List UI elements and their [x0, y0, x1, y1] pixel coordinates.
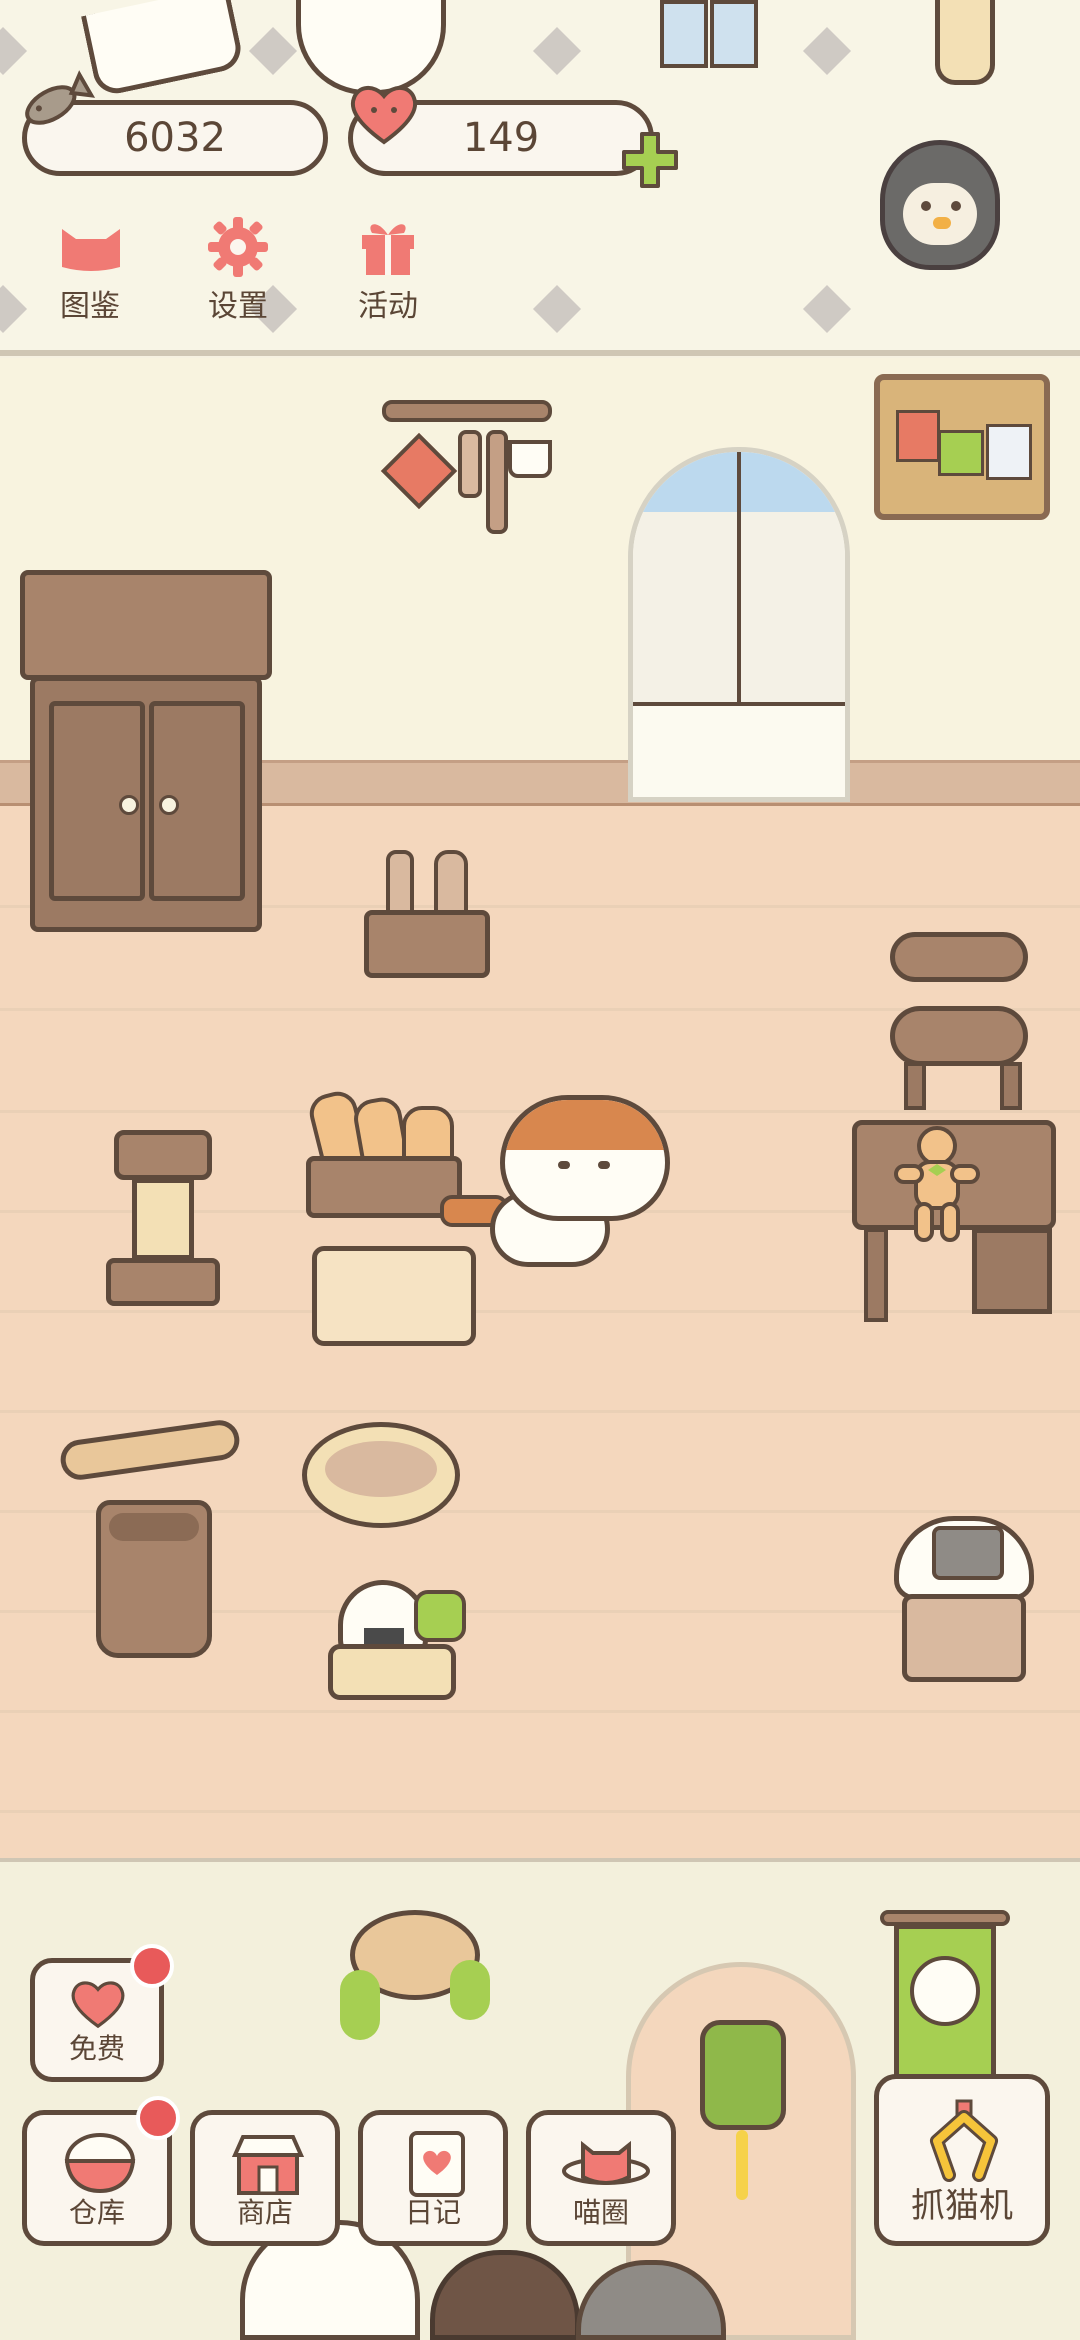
floor-plank-line — [0, 1810, 1080, 1813]
cat-head-icon — [56, 217, 126, 273]
floor-plank-line — [0, 1410, 1080, 1413]
cat-circle-button[interactable]: 喵圈 — [526, 2110, 676, 2246]
cat-scratch-post[interactable] — [106, 1130, 220, 1306]
hanging-utensil-rack — [380, 400, 552, 550]
desk-with-gingerbread[interactable] — [852, 1120, 1056, 1322]
shop-icon — [231, 2131, 305, 2197]
heart-icon — [67, 1975, 129, 2031]
collection-button[interactable]: 图鉴 — [30, 205, 150, 325]
room-divider — [0, 350, 1080, 356]
utensil-holder — [364, 850, 490, 980]
collection-label: 图鉴 — [60, 289, 120, 324]
diary-icon — [403, 2129, 469, 2199]
cabinet-top — [20, 570, 272, 680]
notification-badge — [130, 1944, 174, 1988]
settings-label: 设置 — [208, 289, 268, 324]
floor-plank-line — [0, 1710, 1080, 1713]
human-legs-prop — [650, 0, 770, 80]
claw-icon — [919, 2097, 1009, 2183]
shop-button[interactable]: 商店 — [190, 2110, 340, 2246]
events-button[interactable]: 活动 — [328, 205, 448, 325]
calico-cat[interactable] — [440, 1095, 670, 1275]
gingerbread-icon — [892, 1124, 982, 1244]
diary-label: 日记 — [404, 2196, 461, 2229]
rice-bowl-icon — [63, 2133, 137, 2195]
bread-basket — [305, 1087, 462, 1218]
wooden-bucket — [96, 1500, 212, 1658]
wooden-cabinet[interactable] — [30, 676, 262, 932]
free-label: 免费 — [68, 2032, 125, 2065]
settings-button[interactable]: 设置 — [178, 205, 298, 325]
penguin-cat-npc[interactable] — [880, 140, 1000, 270]
onigiri-steamer — [328, 1580, 466, 1700]
gear-icon — [206, 215, 270, 279]
hanging-plant-pot — [340, 1890, 500, 2040]
events-label: 活动 — [358, 289, 418, 324]
panda-wall-scroll — [880, 1910, 1010, 2090]
shop-label: 商店 — [236, 2196, 293, 2229]
claw-machine-label: 抓猫机 — [911, 2186, 1013, 2226]
diary-button[interactable]: 日记 — [358, 2110, 508, 2246]
round-cat-bed[interactable] — [302, 1422, 460, 1528]
claw-machine-button[interactable]: 抓猫机 — [874, 2074, 1050, 2246]
hanging-charm — [700, 2000, 786, 2200]
gift-icon — [358, 215, 418, 277]
add-heart-button[interactable] — [620, 130, 680, 190]
notification-badge — [136, 2096, 180, 2140]
wooden-chair[interactable] — [884, 932, 1034, 1110]
cat-circle-label: 喵圈 — [572, 2196, 629, 2229]
warehouse-label: 仓库 — [68, 2196, 125, 2229]
heart-icon — [346, 78, 422, 148]
lamp-prop — [935, 0, 995, 85]
rice-cooker — [894, 1516, 1034, 1682]
arched-doorway — [628, 447, 850, 802]
cork-notice-board — [874, 374, 1050, 520]
planet-cat-icon — [561, 2133, 651, 2195]
